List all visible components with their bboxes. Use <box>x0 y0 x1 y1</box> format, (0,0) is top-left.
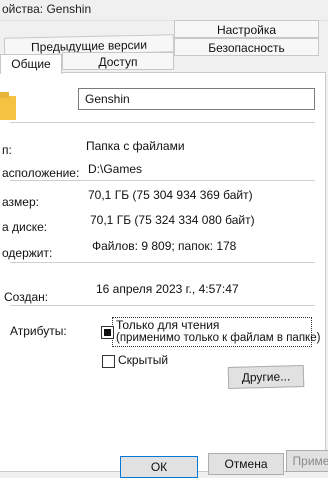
type-label: п: <box>2 143 12 157</box>
folder-icon <box>0 92 16 120</box>
location-label: асположение: <box>2 166 80 180</box>
divider <box>10 305 315 306</box>
location-value: D:\Games <box>88 162 143 176</box>
divider <box>10 180 315 181</box>
divider <box>10 262 315 263</box>
size-on-disk-label: а диске: <box>2 220 48 234</box>
created-value: 16 апреля 2023 г., 4:57:47 <box>96 282 239 296</box>
created-label: Создан: <box>4 290 49 304</box>
folder-name-input[interactable] <box>78 88 315 110</box>
cancel-button[interactable]: Отмена <box>208 453 284 475</box>
size-value: 70,1 ГБ (75 304 934 369 байт) <box>88 188 253 202</box>
divider <box>10 122 315 123</box>
attributes-label: Атрибуты: <box>10 324 67 338</box>
contains-value: Файлов: 9 809; папок: 178 <box>92 239 237 253</box>
apply-button[interactable]: Приме <box>286 450 328 472</box>
tab-security[interactable]: Безопасность <box>174 38 319 56</box>
size-on-disk-value: 70,1 ГБ (75 324 334 080 байт) <box>90 213 255 227</box>
readonly-hint: (применимо только к файлам в папке) <box>116 332 321 344</box>
tab-general[interactable]: Общие <box>0 54 62 74</box>
tab-access[interactable]: Доступ <box>62 52 174 70</box>
tab-settings[interactable]: Настройка <box>174 20 319 38</box>
title-bar: ойства: Genshin <box>0 0 328 21</box>
general-panel <box>0 72 326 472</box>
other-attributes-button[interactable]: Другие... <box>227 365 305 389</box>
type-value: Папка с файлами <box>86 139 185 153</box>
hidden-checkbox[interactable] <box>102 355 115 368</box>
readonly-checkbox[interactable] <box>101 326 114 339</box>
hidden-label[interactable]: Скрытый <box>118 353 168 367</box>
readonly-label[interactable]: Только для чтения <box>116 318 219 332</box>
contains-label: одержит: <box>2 246 53 260</box>
window-title: ойства: Genshin <box>2 2 92 16</box>
size-label: азмер: <box>2 195 39 209</box>
